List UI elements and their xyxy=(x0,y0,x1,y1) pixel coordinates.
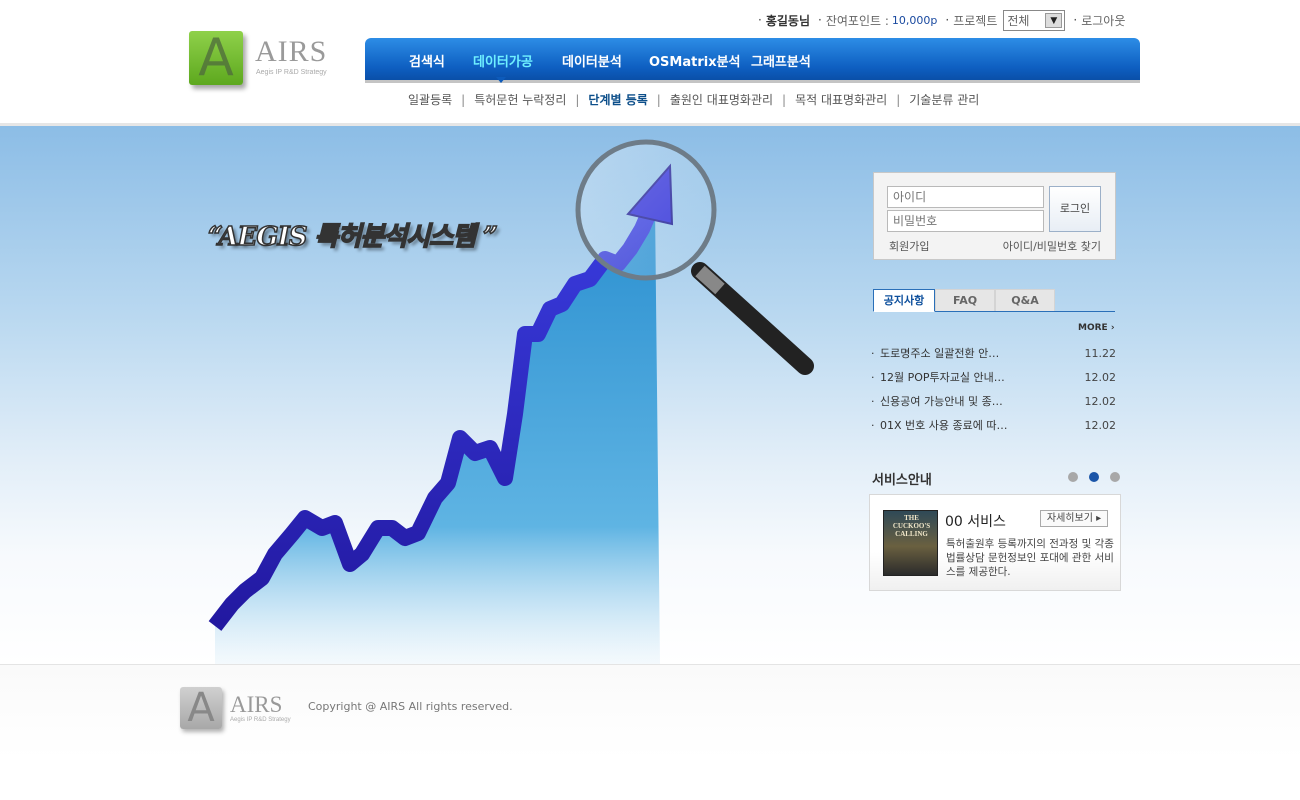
nav-item-data-processing[interactable]: 데이터가공 xyxy=(473,51,533,70)
more-link[interactable]: MORE › xyxy=(1078,323,1115,333)
footer-logo-tagline: Aegis IP R&D Strategy xyxy=(230,717,291,723)
copyright: Copyright @ AIRS All rights reserved. xyxy=(308,700,513,713)
sub-nav-applicant-names[interactable]: 출원인 대표명화관리 xyxy=(670,91,773,108)
caret-right-icon: ▸ xyxy=(1096,513,1102,524)
notice-title: 신용공여 가능안내 및 종… xyxy=(880,395,1003,408)
notice-date: 12.02 xyxy=(1084,419,1117,432)
header: A AIRS Aegis IP R&D Strategy · 홍길동님 · 잔여… xyxy=(0,0,1300,126)
notice-title: 01X 번호 사용 종료에 따… xyxy=(880,419,1008,432)
list-item[interactable]: · 12월 POP투자교실 안내… 12.02 xyxy=(871,370,1117,386)
footer-logo: A AIRS Aegis IP R&D Strategy xyxy=(180,687,291,731)
notice-title: 도로명주소 일괄전환 안… xyxy=(880,347,1000,360)
find-account-link[interactable]: 아이디/비밀번호 찾기 xyxy=(1003,238,1101,254)
project-select[interactable]: 전체 ▼ xyxy=(1003,9,1066,31)
login-box: 로그인 회원가입 아이디/비밀번호 찾기 xyxy=(873,172,1116,260)
tab-qna[interactable]: Q&A xyxy=(995,289,1055,311)
sub-nav-tech-classification[interactable]: 기술분류 관리 xyxy=(909,91,979,108)
user-name: 홍길동님 xyxy=(765,13,810,28)
id-input[interactable] xyxy=(887,186,1044,208)
utility-bar: · 홍길동님 · 잔여포인트 : 10,000p · 프로젝트 전체 ▼ · 로… xyxy=(750,9,1125,31)
notice-title: 12월 POP투자교실 안내… xyxy=(880,371,1005,384)
magnifier-lens xyxy=(575,139,717,281)
service-description: 특허출원후 등록까지의 전과정 및 각종 법률상담 문헌정보인 포대에 관한 서… xyxy=(946,538,1114,578)
logout-link[interactable]: 로그아웃 xyxy=(1081,12,1125,29)
points-value: 10,000p xyxy=(891,13,938,27)
project-label: 프로젝트 xyxy=(953,13,998,28)
logo-mark: A xyxy=(189,31,243,85)
password-input[interactable] xyxy=(887,210,1044,232)
nav-item-data-analysis[interactable]: 데이터분석 xyxy=(562,51,622,70)
tab-notice[interactable]: 공지사항 xyxy=(873,289,935,312)
join-link[interactable]: 회원가입 xyxy=(889,238,929,254)
main-nav: 검색식 데이터가공 데이터분석 OSMatrix분석 그래프분석 xyxy=(365,38,1140,83)
list-item[interactable]: · 01X 번호 사용 종료에 따… 12.02 xyxy=(871,418,1117,434)
footer: A AIRS Aegis IP R&D Strategy Copyright @… xyxy=(0,664,1300,800)
active-menu-caret xyxy=(496,77,506,83)
service-title: 서비스안내 xyxy=(872,473,932,488)
footer-logo-mark: A xyxy=(180,687,222,729)
service-card: THE CUCKOO'S CALLING 00 서비스 자세히보기 ▸ 특허출원… xyxy=(869,494,1121,591)
detail-button[interactable]: 자세히보기 ▸ xyxy=(1040,510,1108,527)
notice-date: 12.02 xyxy=(1084,395,1117,408)
tab-faq[interactable]: FAQ xyxy=(935,289,995,311)
service-pager-3[interactable] xyxy=(1110,472,1120,482)
points-label: 잔여포인트 : xyxy=(825,13,889,28)
sub-nav-step-register[interactable]: 단계별 등록 xyxy=(588,91,647,108)
project-select-value: 전체 xyxy=(1007,13,1030,28)
service-name: 00 서비스 xyxy=(945,514,1006,530)
sub-nav-missing-docs[interactable]: 특허문헌 누락정리 xyxy=(474,91,566,108)
nav-item-osmatrix-analysis[interactable]: OSMatrix분석 xyxy=(649,51,741,70)
service-pager-2[interactable] xyxy=(1089,472,1099,482)
chevron-down-icon[interactable]: ▼ xyxy=(1045,12,1063,28)
slogan: “AEGIS 특허분석시스템 ” xyxy=(207,221,499,253)
login-button[interactable]: 로그인 xyxy=(1049,186,1101,232)
list-item[interactable]: · 신용공여 가능안내 및 종… 12.02 xyxy=(871,394,1117,410)
sub-nav-purpose-names[interactable]: 목적 대표명화관리 xyxy=(795,91,887,108)
nav-item-graph-analysis[interactable]: 그래프분석 xyxy=(751,51,811,70)
service-pager-1[interactable] xyxy=(1068,472,1078,482)
logo-name: AIRS xyxy=(255,35,328,68)
footer-logo-name: AIRS xyxy=(230,692,283,717)
sub-nav-batch-register[interactable]: 일괄등록 xyxy=(408,91,452,108)
airs-logo[interactable]: A AIRS Aegis IP R&D Strategy xyxy=(189,31,329,91)
notice-date: 11.22 xyxy=(1084,347,1117,360)
notice-date: 12.02 xyxy=(1084,371,1117,384)
logo-tagline: Aegis IP R&D Strategy xyxy=(256,69,327,76)
chevron-right-icon: › xyxy=(1110,323,1115,333)
nav-item-search-formula[interactable]: 검색식 xyxy=(409,51,445,70)
list-item[interactable]: · 도로명주소 일괄전환 안… 11.22 xyxy=(871,346,1117,362)
main-visual: “AEGIS 특허분석시스템 ” 로그인 회원가입 아이디/비밀번호 찾기 공지… xyxy=(0,126,1300,664)
book-cover-image: THE CUCKOO'S CALLING xyxy=(883,510,938,576)
sub-nav: 일괄등록 | 특허문헌 누락정리 | 단계별 등록 | 출원인 대표명화관리 |… xyxy=(408,91,980,108)
board-tabs: 공지사항 FAQ Q&A xyxy=(873,289,1115,312)
